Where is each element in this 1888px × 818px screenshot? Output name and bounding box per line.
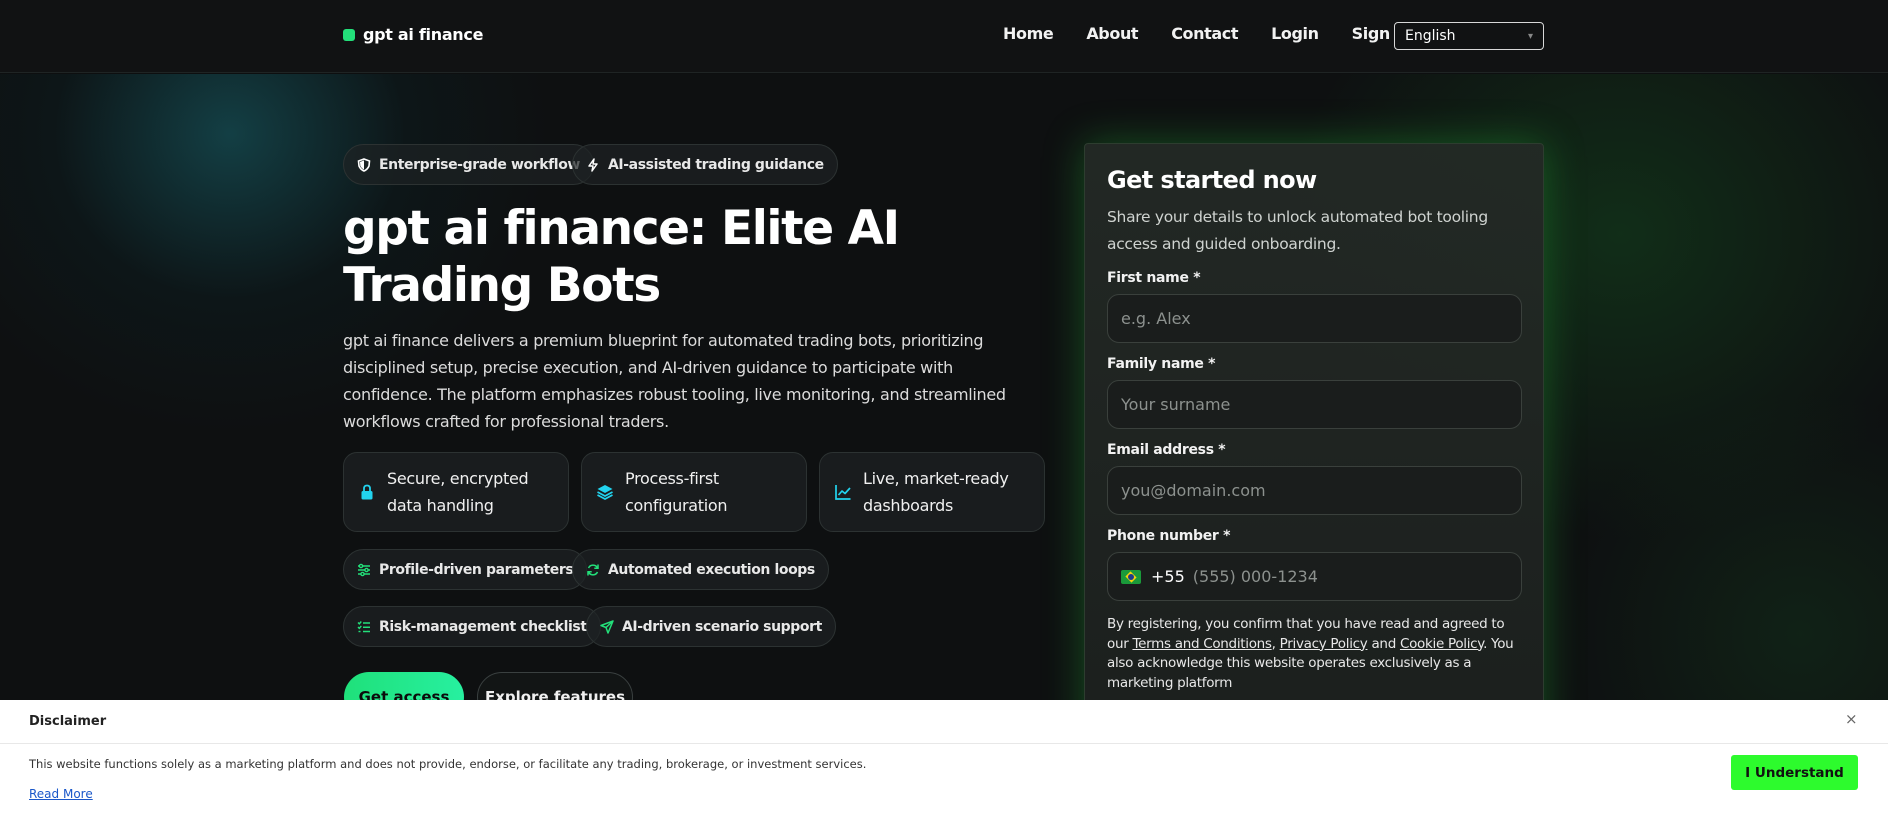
disclaimer-banner: Disclaimer × This website functions sole… (0, 700, 1888, 818)
checklist-icon (357, 620, 371, 634)
feature-label: Process-first configuration (625, 469, 728, 515)
understand-button[interactable]: I Understand (1731, 755, 1858, 790)
close-icon[interactable]: × (1845, 710, 1858, 728)
first-name-label: First name * (1107, 270, 1201, 286)
brazil-flag-icon[interactable] (1121, 569, 1141, 584)
feature-label: Secure, encrypted data handling (387, 469, 529, 515)
phone-label: Phone number * (1107, 528, 1231, 544)
legal-consent-text: By registering, you confirm that you hav… (1107, 615, 1527, 693)
feature-card-dashboards: Live, market-ready dashboards (819, 452, 1045, 532)
language-select[interactable]: English ▾ (1394, 22, 1544, 50)
chevron-down-icon: ▾ (1527, 30, 1533, 42)
refresh-icon (586, 563, 600, 577)
logo[interactable]: gpt ai finance (343, 25, 483, 44)
logo-mark-icon (343, 28, 355, 41)
form-subtitle: Share your details to unlock automated b… (1107, 208, 1488, 253)
family-name-placeholder: Your surname (1121, 395, 1231, 414)
tag-risk-checklist: Risk-management checklist (343, 606, 601, 647)
feature-card-process: Process-first configuration (581, 452, 807, 532)
lock-icon (358, 483, 376, 501)
feature-label: Live, market-ready dashboards (863, 469, 1009, 515)
hero-description: gpt ai finance delivers a premium bluepr… (343, 331, 1006, 431)
family-name-label: Family name * (1107, 356, 1216, 372)
top-navbar: gpt ai finance Home About Contact Login … (0, 0, 1888, 73)
email-label: Email address * (1107, 442, 1226, 458)
tag-scenario-support: AI-driven scenario support (586, 606, 836, 647)
tag-label: Profile-driven parameters (379, 561, 574, 578)
nav-login[interactable]: Login (1271, 24, 1319, 43)
layers-icon (596, 483, 614, 501)
sliders-icon (357, 563, 371, 577)
tag-execution-loops: Automated execution loops (572, 549, 829, 590)
privacy-link[interactable]: Privacy Policy (1280, 636, 1368, 652)
nav-about[interactable]: About (1086, 24, 1138, 43)
form-title: Get started now (1107, 166, 1317, 194)
family-name-field[interactable]: Your surname (1107, 380, 1522, 429)
cookie-link[interactable]: Cookie Policy (1400, 636, 1483, 652)
chart-line-icon (834, 483, 852, 501)
language-value: English (1405, 28, 1456, 44)
nav-home[interactable]: Home (1003, 24, 1054, 43)
feature-card-secure: Secure, encrypted data handling (343, 452, 569, 532)
shield-icon (357, 157, 371, 172)
bolt-icon (586, 157, 600, 172)
page-title: gpt ai finance: Elite AI Trading Bots (343, 201, 900, 313)
phone-field[interactable]: +55 (555) 000-1234 (1107, 552, 1522, 601)
disclaimer-header: Disclaimer × (0, 700, 1888, 744)
logo-text: gpt ai finance (363, 25, 484, 44)
phone-placeholder: (555) 000-1234 (1192, 567, 1318, 586)
first-name-field[interactable]: e.g. Alex (1107, 294, 1522, 343)
badge-label: Enterprise-grade workflow (379, 156, 580, 173)
send-icon (600, 619, 614, 634)
tag-label: Risk-management checklist (379, 618, 587, 635)
disclaimer-text: This website functions solely as a marke… (29, 757, 867, 771)
phone-country-code: +55 (1151, 567, 1185, 586)
legal-comma: , (1271, 635, 1280, 652)
email-field[interactable]: you@domain.com (1107, 466, 1522, 515)
tag-label: AI-driven scenario support (622, 618, 822, 635)
badge-ai-guidance: AI-assisted trading guidance (572, 144, 838, 185)
terms-link[interactable]: Terms and Conditions (1132, 636, 1272, 652)
signup-form-card: Get started now Share your details to un… (1084, 143, 1544, 763)
legal-and: and (1367, 635, 1400, 652)
tag-profile-parameters: Profile-driven parameters (343, 549, 588, 590)
read-more-link[interactable]: Read More (29, 787, 93, 801)
nav-contact[interactable]: Contact (1171, 24, 1238, 43)
email-placeholder: you@domain.com (1121, 481, 1266, 500)
badge-enterprise: Enterprise-grade workflow (343, 144, 594, 185)
tag-label: Automated execution loops (608, 561, 815, 578)
disclaimer-title: Disclaimer (29, 714, 107, 729)
main-nav: Home About Contact Login Sign Up (1003, 24, 1452, 43)
badge-label: AI-assisted trading guidance (608, 156, 824, 173)
first-name-placeholder: e.g. Alex (1121, 309, 1191, 328)
